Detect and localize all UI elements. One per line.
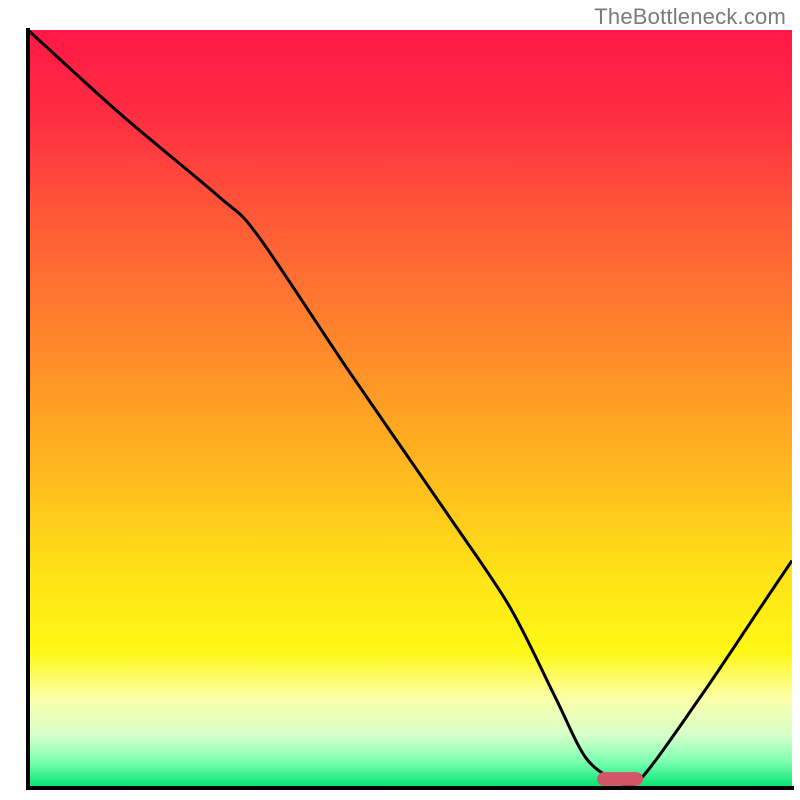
bottleneck-chart bbox=[0, 0, 800, 800]
optimal-zone-marker bbox=[597, 772, 643, 786]
plot-background bbox=[28, 30, 792, 788]
watermark-label: TheBottleneck.com bbox=[594, 4, 786, 30]
